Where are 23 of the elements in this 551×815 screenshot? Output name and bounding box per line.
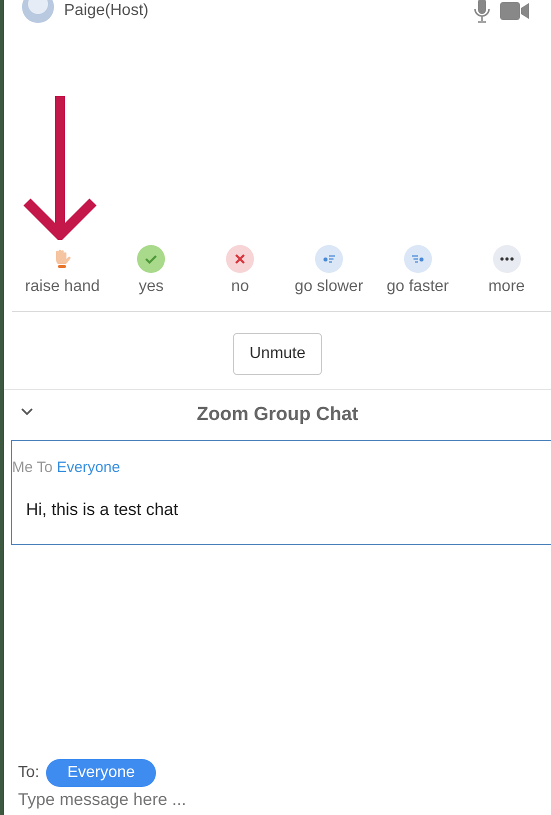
close-icon	[226, 245, 254, 273]
reaction-button[interactable]: raise hand	[18, 245, 107, 299]
reaction-button[interactable]: yes	[106, 245, 196, 299]
reaction-button[interactable]: more	[462, 245, 551, 299]
reaction-button[interactable]: go faster	[373, 245, 462, 299]
to-label: To:	[18, 763, 40, 783]
avatar-icon	[22, 0, 54, 23]
faster-icon	[404, 245, 432, 273]
participant-name: Paige(Host)	[64, 1, 148, 21]
message-text: Hi, this is a test chat	[26, 498, 180, 520]
recipient-pill[interactable]: Everyone	[46, 759, 156, 787]
chevron-down-icon[interactable]	[21, 408, 33, 416]
message-header: Me To Everyone	[12, 458, 122, 478]
unmute-button[interactable]: Unmute	[233, 333, 322, 375]
microphone-icon[interactable]	[474, 0, 490, 24]
video-camera-icon[interactable]	[500, 1, 529, 21]
chat-title: Zoom Group Chat	[196, 402, 358, 427]
slower-icon	[314, 245, 343, 273]
reaction-button[interactable]: no	[196, 245, 284, 299]
more-icon	[492, 245, 521, 273]
message-input[interactable]: Type message here ...	[18, 787, 551, 813]
check-icon	[137, 245, 166, 273]
reaction-button[interactable]: go slower	[284, 245, 374, 299]
